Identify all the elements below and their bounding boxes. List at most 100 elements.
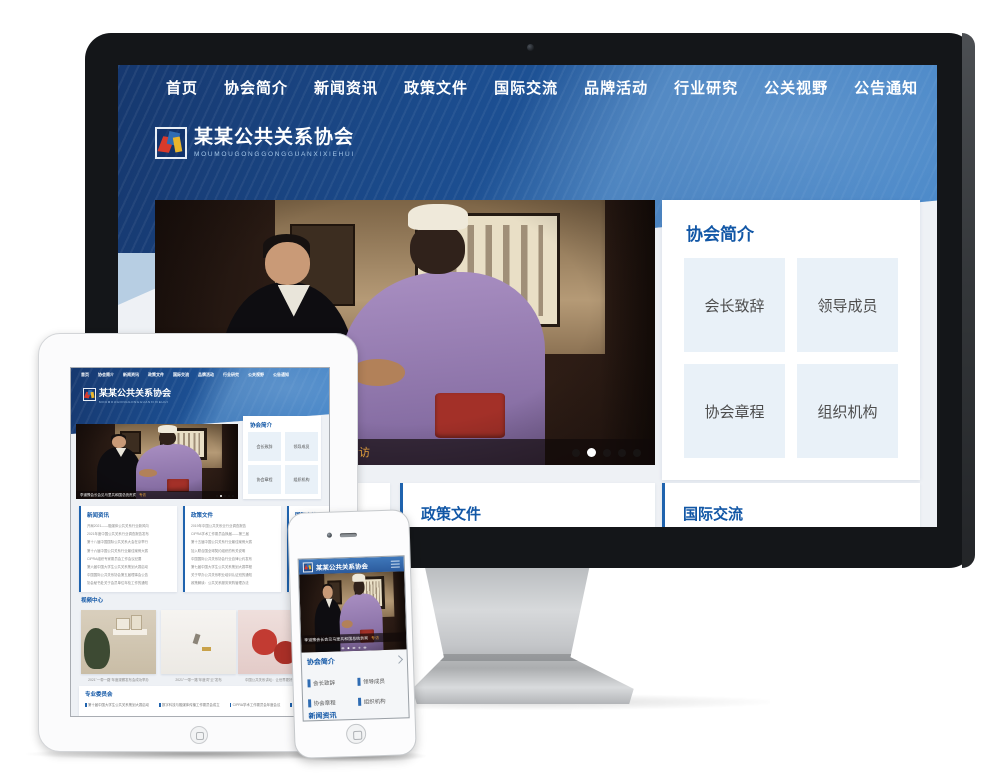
international-section-box: 国际交流 [662, 483, 920, 527]
policy-item[interactable]: 2019年中国公共关系业行业调查报告 [185, 522, 281, 530]
about-link-president[interactable]: 会长致辞 [684, 258, 785, 352]
about-title: 协会简介 [307, 657, 335, 668]
phone-hero-slider: 李道豫会长会见马里共和国总统贵宾 专访 [299, 571, 406, 652]
slider-dot[interactable] [358, 646, 361, 649]
news-item[interactable]: 开局2021——融媒体公共关系行业新风向 [81, 522, 177, 530]
phone-home-button [346, 724, 367, 745]
policy-item[interactable]: 政策解读：公共关系服务采购管理办法 [185, 579, 281, 587]
slider-dot[interactable] [216, 495, 218, 497]
nav-item-news[interactable]: 新闻资讯 [123, 372, 139, 378]
link-label: 会长致辞 [313, 678, 335, 687]
link-bar [308, 699, 311, 707]
policy-section-title: 政策文件 [185, 506, 281, 522]
policy-item[interactable]: 中国国际公共关系协会行业自律公约发布 [185, 555, 281, 563]
slider-dots [572, 448, 641, 457]
link-label: 领导成员 [363, 676, 385, 685]
tablet-main-nav: 首页 协会简介 新闻资讯 政策文件 国际交流 品牌活动 行业研究 公关视野 公告… [81, 372, 325, 378]
news-item[interactable]: 第十八届中国国际公共关系大会在京举行 [81, 538, 177, 546]
nav-item-vision[interactable]: 公关视野 [248, 372, 264, 378]
slider-dot[interactable] [618, 449, 626, 457]
video-section-title: 视频中心 [81, 596, 103, 604]
policy-item[interactable]: CIPRA学术工作委员会换届——第三届 [185, 530, 281, 538]
phone-about-header[interactable]: 协会简介 [307, 654, 402, 667]
nav-item-international[interactable]: 国际交流 [494, 77, 558, 98]
about-link-leaders[interactable]: 领导成员 [357, 674, 405, 687]
policy-item[interactable]: 加入联合国全球契约组织的有关说明 [185, 547, 281, 555]
site-title-en: MOUMOUGONGGONGGUANXIXIEHUI [194, 151, 355, 158]
nav-item-about[interactable]: 协会简介 [224, 77, 288, 98]
about-link-charter[interactable]: 协会章程 [308, 696, 356, 709]
nav-item-vision[interactable]: 公关视野 [764, 77, 828, 98]
nav-item-notice[interactable]: 公告通知 [273, 372, 289, 378]
slider-dot[interactable] [603, 449, 611, 457]
slider-dot[interactable] [342, 647, 345, 650]
about-link-leaders[interactable]: 领导成员 [285, 432, 318, 461]
policy-section-box: 政策文件 [400, 483, 655, 527]
tablet-home-button [190, 726, 208, 744]
main-nav: 首页 协会简介 新闻资讯 政策文件 国际交流 品牌活动 行业研究 公关视野 公告… [166, 77, 926, 98]
news-item[interactable]: 第十六届中国公共关系行业最佳案例大赛 [81, 547, 177, 555]
news-item[interactable]: 中国国际公共关系协会第五届理事会公告 [81, 571, 177, 579]
slider-dot-active[interactable] [347, 647, 350, 650]
slider-dot-active[interactable] [220, 495, 222, 497]
slider-caption-tag: 专访 [371, 635, 379, 641]
committee-link[interactable]: 第十届中国大学生公共关系策划大赛启动 [85, 702, 149, 707]
about-link-charter[interactable]: 协会章程 [248, 465, 281, 494]
slider-dot[interactable] [364, 646, 367, 649]
committee-link[interactable]: CIPRA学术工作委员会年度会议 [230, 702, 281, 707]
policy-item[interactable]: 第十五届中国公共关系行业最佳案例大赛 [185, 538, 281, 546]
menu-icon[interactable] [391, 560, 400, 567]
nav-item-news[interactable]: 新闻资讯 [314, 77, 378, 98]
nav-item-policy[interactable]: 政策文件 [404, 77, 468, 98]
nav-item-research[interactable]: 行业研究 [223, 372, 239, 378]
nav-item-brand[interactable]: 品牌活动 [584, 77, 648, 98]
logo-icon [83, 388, 96, 401]
committee-link[interactable]: 数字科技与融媒体传播工作委员会成立 [159, 702, 220, 707]
earpiece-speaker [340, 533, 357, 538]
slider-caption: 李道豫会长会见马里共和国总统贵宾 [80, 493, 136, 498]
nav-item-about[interactable]: 协会简介 [98, 372, 114, 378]
video-thumbnail[interactable] [161, 610, 236, 674]
nav-item-notice[interactable]: 公告通知 [854, 77, 918, 98]
policy-item[interactable]: 第七届中国大学生公共关系策划大赛章程 [185, 563, 281, 571]
tablet-site-logo[interactable]: 某某公共关系协会 MOUMOUGONGGONGGUANXIXIEHUI [83, 388, 171, 404]
video-thumbnail[interactable] [81, 610, 156, 674]
about-link-charter[interactable]: 协会章程 [684, 364, 785, 458]
slider-dot[interactable] [224, 495, 226, 497]
nav-item-international[interactable]: 国际交流 [173, 372, 189, 378]
news-item[interactable]: 第六届中国大学生公共关系策划大赛启动 [81, 563, 177, 571]
slider-dot[interactable] [572, 449, 580, 457]
about-link-structure[interactable]: 组织机构 [358, 694, 406, 707]
link-bar [307, 679, 310, 687]
slider-dot-active[interactable] [587, 448, 596, 457]
news-section-title: 新闻资讯 [308, 711, 336, 722]
policy-section-title: 政策文件 [421, 503, 481, 524]
slider-dot[interactable] [228, 495, 230, 497]
nav-item-research[interactable]: 行业研究 [674, 77, 738, 98]
plant-shape [84, 628, 110, 669]
policy-item[interactable]: 关于举办公共关系职业培训认证班的通知 [185, 571, 281, 579]
slider-dot[interactable] [353, 646, 356, 649]
slider-dot[interactable] [232, 495, 234, 497]
link-bar [358, 697, 361, 705]
about-link-leaders[interactable]: 领导成员 [797, 258, 898, 352]
slider-dots [216, 495, 234, 497]
nav-item-home[interactable]: 首页 [81, 372, 89, 378]
nav-item-policy[interactable]: 政策文件 [148, 372, 164, 378]
about-link-president[interactable]: 会长致辞 [307, 676, 355, 689]
phone-device: 某某公共关系协会 [287, 509, 417, 759]
news-item[interactable]: CIPRA组织专家委员会工作会议纪要 [81, 555, 177, 563]
site-logo[interactable]: 某某公共关系协会 MOUMOUGONGGONGGUANXIXIEHUI [155, 127, 355, 159]
about-link-president[interactable]: 会长致辞 [248, 432, 281, 461]
object-shape [193, 634, 201, 645]
about-link-structure[interactable]: 组织机构 [285, 465, 318, 494]
news-item[interactable]: 协会秘书处关于会员单位年检工作的通知 [81, 579, 177, 587]
about-link-structure[interactable]: 组织机构 [797, 364, 898, 458]
news-item[interactable]: 2021年度中国公共关系行业调查报告发布 [81, 530, 177, 538]
nav-item-home[interactable]: 首页 [166, 77, 198, 98]
photo-vignette [76, 424, 238, 499]
link-label: 组织机构 [363, 696, 385, 705]
about-title: 协会简介 [686, 220, 754, 245]
slider-dot[interactable] [633, 449, 641, 457]
nav-item-brand[interactable]: 品牌活动 [198, 372, 214, 378]
